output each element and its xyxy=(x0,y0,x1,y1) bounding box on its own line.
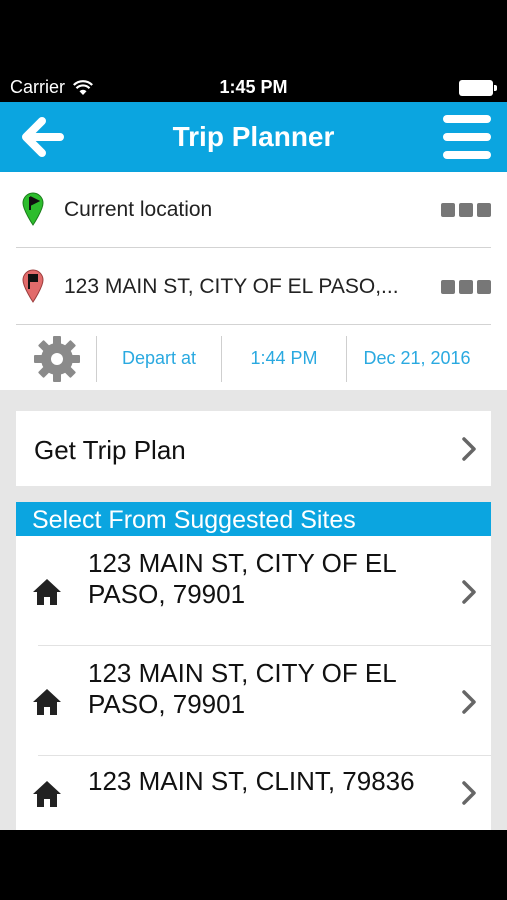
home-icon xyxy=(33,689,61,715)
suggested-sites-header: Select From Suggested Sites xyxy=(16,502,491,536)
app-header: Trip Planner xyxy=(0,102,507,172)
site-address: 123 MAIN ST, CLINT, 79836 xyxy=(88,766,438,797)
destination-row[interactable]: 123 MAIN ST, CITY OF EL PASO,... xyxy=(16,249,491,325)
list-item[interactable]: 123 MAIN ST, CITY OF EL PASO, 79901 xyxy=(16,536,491,646)
destination-more-icon[interactable] xyxy=(441,280,491,294)
site-address-line1: 123 MAIN ST, CITY OF EL xyxy=(88,548,397,578)
origin-row[interactable]: Current location xyxy=(16,172,491,248)
site-address-line1: 123 MAIN ST, CITY OF EL xyxy=(88,658,397,688)
get-trip-plan-label: Get Trip Plan xyxy=(34,435,186,465)
trip-options-row: Depart at 1:44 PM Dec 21, 2016 xyxy=(16,327,491,390)
suggested-sites-list: 123 MAIN ST, CITY OF EL PASO, 79901 123 … xyxy=(16,536,491,830)
chevron-right-icon xyxy=(462,690,476,714)
chevron-right-icon xyxy=(462,580,476,604)
site-address-line2: PASO, 79901 xyxy=(88,689,246,719)
list-item[interactable]: 123 MAIN ST, CLINT, 79836 xyxy=(16,756,491,830)
chevron-right-icon xyxy=(462,781,476,805)
destination-label: 123 MAIN ST, CITY OF EL PASO,... xyxy=(64,275,399,298)
site-address: 123 MAIN ST, CITY OF EL PASO, 79901 xyxy=(88,658,438,720)
battery-icon xyxy=(459,80,497,96)
page-title: Trip Planner xyxy=(172,121,335,152)
time-button[interactable]: 1:44 PM xyxy=(222,348,346,369)
home-icon xyxy=(33,781,61,807)
hamburger-menu-icon[interactable] xyxy=(443,115,491,159)
depart-mode-button[interactable]: Depart at xyxy=(97,348,221,369)
gear-icon[interactable] xyxy=(32,334,82,384)
home-icon xyxy=(33,579,61,605)
bottom-bar xyxy=(0,830,507,900)
main-content: Get Trip Plan Select From Suggested Site… xyxy=(0,390,507,830)
site-address-line1: 123 MAIN ST, CLINT, 79836 xyxy=(88,766,415,796)
location-panel: Current location 123 MAIN ST, CITY OF EL… xyxy=(0,172,507,390)
origin-label: Current location xyxy=(64,198,213,221)
origin-pin-icon xyxy=(22,192,44,226)
site-address: 123 MAIN ST, CITY OF EL PASO, 79901 xyxy=(88,548,438,610)
list-item[interactable]: 123 MAIN ST, CITY OF EL PASO, 79901 xyxy=(16,646,491,756)
destination-pin-icon xyxy=(22,269,44,303)
chevron-right-icon xyxy=(462,437,476,461)
status-bar: Carrier 1:45 PM xyxy=(0,0,507,102)
date-button[interactable]: Dec 21, 2016 xyxy=(347,348,487,369)
origin-more-icon[interactable] xyxy=(441,203,491,217)
get-trip-plan-button[interactable]: Get Trip Plan xyxy=(16,411,491,486)
site-address-line2: PASO, 79901 xyxy=(88,579,246,609)
status-time: 1:45 PM xyxy=(219,77,288,97)
